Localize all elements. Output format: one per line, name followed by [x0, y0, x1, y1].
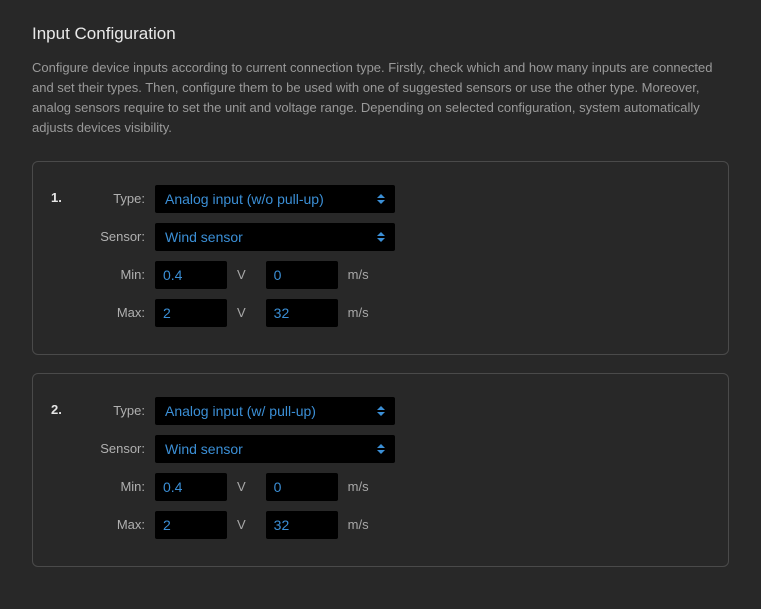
sensor-label: Sensor:	[87, 229, 155, 244]
input-index: 1.	[51, 184, 87, 205]
speed-unit: m/s	[348, 267, 369, 282]
max-voltage-input[interactable]: 2	[155, 299, 227, 327]
volts-unit: V	[237, 305, 246, 320]
select-arrows-icon	[377, 435, 387, 463]
sensor-select[interactable]: Wind sensor	[155, 223, 395, 251]
volts-unit: V	[237, 517, 246, 532]
select-arrows-icon	[377, 397, 387, 425]
min-label: Min:	[87, 479, 155, 494]
max-label: Max:	[87, 517, 155, 532]
speed-unit: m/s	[348, 479, 369, 494]
min-voltage-input[interactable]: 0.4	[155, 261, 227, 289]
sensor-label: Sensor:	[87, 441, 155, 456]
page-title: Input Configuration	[32, 24, 729, 44]
min-label: Min:	[87, 267, 155, 282]
select-arrows-icon	[377, 185, 387, 213]
type-select-value: Analog input (w/o pull-up)	[165, 191, 324, 207]
min-voltage-input[interactable]: 0.4	[155, 473, 227, 501]
max-label: Max:	[87, 305, 155, 320]
sensor-select[interactable]: Wind sensor	[155, 435, 395, 463]
input-index: 2.	[51, 396, 87, 417]
page-description: Configure device inputs according to cur…	[32, 58, 729, 139]
type-select-value: Analog input (w/ pull-up)	[165, 403, 316, 419]
type-label: Type:	[87, 191, 155, 206]
sensor-select-value: Wind sensor	[165, 229, 243, 245]
max-value-input[interactable]: 32	[266, 511, 338, 539]
input-card: 1. Type: Analog input (w/o pull-up) Sens…	[32, 161, 729, 355]
volts-unit: V	[237, 267, 246, 282]
min-value-input[interactable]: 0	[266, 261, 338, 289]
select-arrows-icon	[377, 223, 387, 251]
speed-unit: m/s	[348, 517, 369, 532]
speed-unit: m/s	[348, 305, 369, 320]
input-card: 2. Type: Analog input (w/ pull-up) Senso…	[32, 373, 729, 567]
sensor-select-value: Wind sensor	[165, 441, 243, 457]
max-voltage-input[interactable]: 2	[155, 511, 227, 539]
type-label: Type:	[87, 403, 155, 418]
type-select[interactable]: Analog input (w/o pull-up)	[155, 185, 395, 213]
max-value-input[interactable]: 32	[266, 299, 338, 327]
type-select[interactable]: Analog input (w/ pull-up)	[155, 397, 395, 425]
min-value-input[interactable]: 0	[266, 473, 338, 501]
volts-unit: V	[237, 479, 246, 494]
